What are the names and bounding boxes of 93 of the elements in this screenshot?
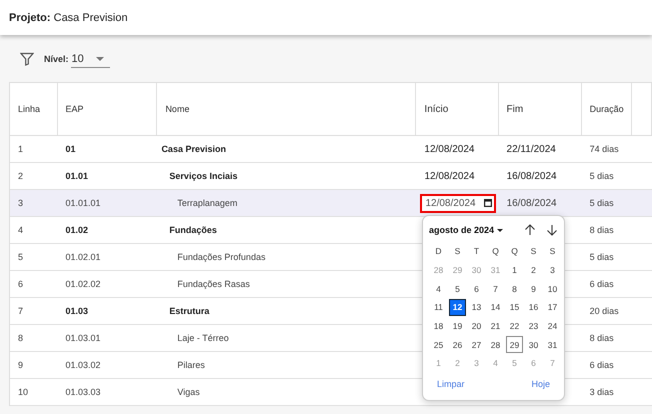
calendar-day[interactable]: 30 <box>525 336 542 354</box>
calendar-day[interactable]: 4 <box>430 280 447 298</box>
date-input[interactable]: 12/08/2024 <box>420 194 496 212</box>
table-cell: 8 dias <box>590 333 614 343</box>
table-cell: Fundações Profundas <box>177 252 266 262</box>
table-cell: 6 dias <box>590 360 614 370</box>
table-cell: 3 dias <box>590 387 614 397</box>
calendar-day[interactable]: 6 <box>468 280 485 298</box>
calendar-day[interactable]: 8 <box>506 280 523 298</box>
table-cell: 6 dias <box>590 279 614 289</box>
calendar-day[interactable]: 9 <box>525 280 542 298</box>
table-cell: 01.03.02 <box>66 360 101 370</box>
table-cell: Fundações Rasas <box>177 279 250 289</box>
table-cell: 8 dias <box>590 225 614 235</box>
table-cell: Vigas <box>177 387 200 397</box>
table-cell: 8 <box>18 333 24 343</box>
calendar-day[interactable]: 29 <box>506 336 523 354</box>
calendar-icon <box>484 199 492 207</box>
table-cell: Laje - Térreo <box>177 333 229 343</box>
level-label: Nível: <box>44 54 69 64</box>
table-cell: 12/08/2024 <box>424 144 474 154</box>
today-button[interactable]: Hoje <box>531 378 550 389</box>
calendar-day[interactable]: 13 <box>468 299 485 316</box>
weekday-label: Q <box>510 245 519 258</box>
table-cell: Estrutura <box>169 306 210 316</box>
table-cell: 5 dias <box>590 171 614 181</box>
weekday-label: S <box>548 245 556 258</box>
table-cell: 3 <box>18 198 24 208</box>
table-cell: 6 <box>18 279 24 289</box>
weekday-label: S <box>530 245 538 258</box>
calendar-day[interactable]: 12 <box>449 299 466 316</box>
calendar-day[interactable]: 14 <box>487 299 504 316</box>
table-cell: 01.01.01 <box>66 198 101 208</box>
calendar-day[interactable]: 15 <box>506 299 523 316</box>
weekday-label: D <box>434 245 443 258</box>
project-title: Projeto: Casa Prevision <box>9 12 128 24</box>
table-cell: Casa Prevision <box>161 144 226 154</box>
table-cell: 01 <box>66 144 76 154</box>
calendar-day[interactable]: 31 <box>544 336 561 354</box>
table-cell: 9 <box>18 360 24 370</box>
column-header[interactable]: Linha <box>10 83 58 135</box>
column-header[interactable]: Fim <box>498 83 582 135</box>
weekday-label: T <box>472 245 480 258</box>
table-cell: 4 <box>18 225 24 235</box>
level-select[interactable]: 10 <box>70 50 110 68</box>
table-cell: 01.03 <box>66 306 88 316</box>
clear-button[interactable]: Limpar <box>437 378 465 389</box>
table-cell: 16/08/2024 <box>506 170 557 182</box>
table-cell: 01.02.02 <box>66 279 101 289</box>
calendar-day[interactable]: 11 <box>430 299 447 316</box>
filter-icon[interactable] <box>20 52 34 66</box>
table-cell: 22/11/2024 <box>506 144 556 154</box>
column-header[interactable]: Início <box>416 83 499 135</box>
table-cell: 74 dias <box>590 144 619 154</box>
table-cell: 01.02.01 <box>66 252 101 262</box>
table-cell: 5 dias <box>590 198 614 208</box>
table-cell: Fundações <box>169 225 217 235</box>
calendar-day[interactable]: 17 <box>544 299 561 316</box>
month-dropdown[interactable]: agosto de 2024 <box>429 225 504 235</box>
table-cell: 01.02 <box>66 225 88 235</box>
caret-icon <box>96 56 104 60</box>
table-cell: 5 <box>18 252 24 262</box>
column-header[interactable]: Nome <box>157 83 416 135</box>
calendar-day[interactable]: 5 <box>449 280 466 298</box>
column-header[interactable]: Duração <box>582 83 632 135</box>
calendar-day[interactable]: 7 <box>487 280 504 298</box>
table-cell: 01.03.01 <box>66 333 101 343</box>
calendar-day[interactable]: 10 <box>544 280 561 298</box>
calendar-day[interactable]: 16 <box>525 299 542 316</box>
table-cell: 2 <box>18 171 24 181</box>
calendar-day[interactable]: 27 <box>468 336 485 354</box>
table-cell: Terraplanagem <box>177 198 238 208</box>
table-cell: 12/08/2024 <box>424 170 475 182</box>
table-cell: 1 <box>18 144 24 154</box>
arrow-up-icon[interactable] <box>524 224 536 236</box>
table-cell: Serviços Inciais <box>169 171 238 181</box>
table-row[interactable]: 3 01.01.01 Terraplanagem 12/08/2024 16/08/2024 5 dias <box>10 190 652 217</box>
caret-icon <box>497 228 504 232</box>
calendar-day[interactable]: 28 <box>487 336 504 354</box>
table-cell: 7 <box>18 306 24 316</box>
table-cell: 01.01 <box>66 171 88 181</box>
weekday-label: Q <box>491 245 500 258</box>
table-cell: 01.03.03 <box>66 387 101 397</box>
arrow-down-icon[interactable] <box>546 224 558 236</box>
calendar-day[interactable]: 26 <box>449 336 466 354</box>
table-cell: 16/08/2024 <box>506 198 557 208</box>
weekday-label: S <box>454 245 462 258</box>
table-cell: Pilares <box>177 360 205 370</box>
table-cell: 20 dias <box>590 306 619 316</box>
table-cell: 5 dias <box>590 252 614 262</box>
table-cell: 10 <box>18 387 28 397</box>
calendar-day[interactable]: 25 <box>430 336 447 354</box>
column-header[interactable]: EAP <box>58 83 158 135</box>
